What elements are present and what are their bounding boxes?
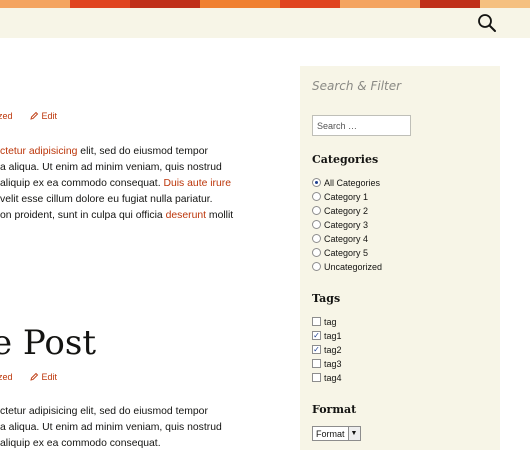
radio-button[interactable] bbox=[312, 248, 321, 257]
pencil-icon bbox=[30, 111, 39, 120]
format-select-value: Format bbox=[316, 428, 345, 439]
category-label: Uncategorized bbox=[324, 261, 383, 272]
main-content: zed Edit ctetur adipisicing elit, sed do… bbox=[0, 38, 290, 450]
category-label: All Categories bbox=[324, 177, 381, 188]
excerpt-line: aliquip ex ea commodo consequat. Duis au… bbox=[0, 178, 232, 189]
category-label: Category 3 bbox=[324, 219, 369, 230]
category-label: Category 4 bbox=[324, 233, 369, 244]
tag-option[interactable]: tag3 bbox=[312, 357, 342, 370]
tag-label: tag3 bbox=[324, 358, 342, 369]
category-label: Category 5 bbox=[324, 247, 369, 258]
category-option[interactable]: Uncategorized bbox=[312, 260, 382, 273]
edit-label[interactable]: Edit bbox=[42, 111, 58, 121]
post-category-link[interactable]: zed bbox=[0, 111, 13, 121]
checkbox[interactable] bbox=[312, 317, 321, 326]
checkbox[interactable] bbox=[312, 373, 321, 382]
sidebar: Search & Filter Categories All Categorie… bbox=[300, 66, 500, 450]
search-icon[interactable] bbox=[476, 12, 498, 34]
tag-option[interactable]: tag4 bbox=[312, 371, 342, 384]
category-option[interactable]: Category 3 bbox=[312, 218, 368, 231]
search-filter-title: Search & Filter bbox=[312, 79, 402, 93]
inline-link[interactable]: Duis aute irure bbox=[163, 178, 231, 189]
pencil-icon bbox=[30, 372, 39, 381]
post-category-link[interactable]: zed bbox=[0, 372, 13, 382]
edit-link[interactable]: Edit bbox=[30, 111, 57, 121]
category-label: Category 1 bbox=[324, 191, 369, 202]
edit-label[interactable]: Edit bbox=[42, 372, 58, 382]
edit-link[interactable]: Edit bbox=[30, 372, 57, 382]
checkbox[interactable] bbox=[312, 359, 321, 368]
tag-label: tag bbox=[324, 316, 337, 327]
header-banner bbox=[0, 0, 530, 8]
excerpt-line: velit esse cillum dolore eu fugiat nulla… bbox=[0, 194, 213, 205]
excerpt-line: ctetur adipisicing elit, sed do eiusmod … bbox=[0, 146, 208, 157]
excerpt-line: a aliqua. Ut enim ad minim veniam, quis … bbox=[0, 422, 222, 433]
checkbox[interactable]: ✓ bbox=[312, 345, 321, 354]
checkbox[interactable]: ✓ bbox=[312, 331, 321, 340]
excerpt-line: ctetur adipisicing elit, sed do eiusmod … bbox=[0, 406, 208, 417]
format-select[interactable]: Format ▼ bbox=[312, 426, 361, 441]
radio-button[interactable] bbox=[312, 192, 321, 201]
post-title[interactable]: e Post bbox=[0, 323, 96, 363]
tag-option[interactable]: ✓ tag1 bbox=[312, 329, 342, 342]
categories-title: Categories bbox=[312, 153, 379, 166]
tag-label: tag2 bbox=[324, 344, 342, 355]
radio-button[interactable] bbox=[312, 220, 321, 229]
tag-option[interactable]: tag bbox=[312, 315, 337, 328]
tag-label: tag1 bbox=[324, 330, 342, 341]
chevron-down-icon[interactable]: ▼ bbox=[347, 427, 360, 440]
post-excerpt: ctetur adipisicing elit, sed do eiusmod … bbox=[0, 144, 260, 224]
radio-button[interactable] bbox=[312, 206, 321, 215]
excerpt-line: a aliqua. Ut enim ad minim veniam, quis … bbox=[0, 162, 222, 173]
category-option[interactable]: Category 2 bbox=[312, 204, 368, 217]
search-input[interactable] bbox=[312, 115, 411, 136]
tags-title: Tags bbox=[312, 292, 341, 305]
category-label: Category 2 bbox=[324, 205, 369, 216]
navigation-bar bbox=[0, 8, 530, 38]
category-option[interactable]: Category 4 bbox=[312, 232, 368, 245]
radio-button[interactable] bbox=[312, 234, 321, 243]
inline-link[interactable]: deserunt bbox=[166, 210, 206, 221]
inline-link[interactable]: ctetur adipisicing bbox=[0, 146, 77, 157]
format-title: Format bbox=[312, 403, 357, 416]
excerpt-line: on proident, sunt in culpa qui officia d… bbox=[0, 210, 234, 221]
tag-label: tag4 bbox=[324, 372, 342, 383]
radio-button[interactable] bbox=[312, 262, 321, 271]
tag-option[interactable]: ✓ tag2 bbox=[312, 343, 342, 356]
category-option[interactable]: Category 5 bbox=[312, 246, 368, 259]
radio-button[interactable] bbox=[312, 178, 321, 187]
post-excerpt: ctetur adipisicing elit, sed do eiusmod … bbox=[0, 404, 260, 452]
category-option[interactable]: All Categories bbox=[312, 176, 380, 189]
category-option[interactable]: Category 1 bbox=[312, 190, 368, 203]
